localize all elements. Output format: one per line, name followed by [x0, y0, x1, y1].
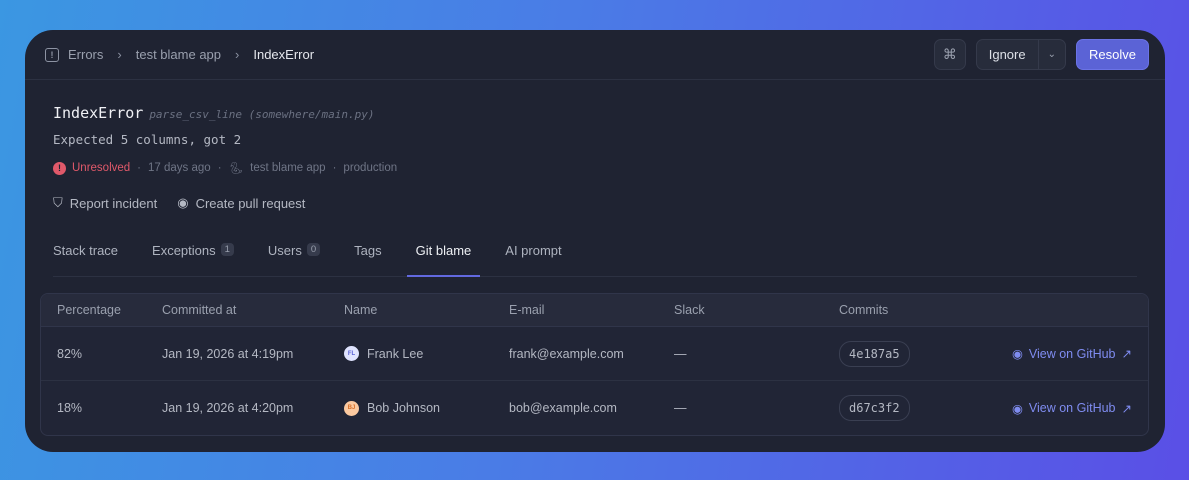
error-detail-window: ! Errors › test blame app › IndexError ⌘…	[25, 30, 1165, 452]
external-link-icon: ↗	[1121, 401, 1132, 416]
author-name: Frank Lee	[367, 346, 424, 361]
create-pr-label: Create pull request	[195, 195, 306, 211]
tab-bar: Stack trace Exceptions 1 Users 0 Tags Git …	[53, 235, 1137, 277]
github-icon: ◉	[1011, 401, 1023, 416]
view-on-github-link[interactable]: ◉ View on GitHub ↗	[1012, 401, 1132, 416]
report-incident-label: Report incident	[69, 195, 158, 211]
environment: production	[343, 162, 398, 174]
error-meta: ! Unresolved · 17 days ago · 🐍︎ test blame a…	[53, 161, 1137, 175]
commit-hash[interactable]: 4e187a5	[839, 340, 910, 367]
chevron-down-icon[interactable]: ⌄	[1037, 40, 1065, 69]
tab-label: Tags	[354, 243, 382, 258]
breadcrumb: ! Errors › test blame app › IndexError	[45, 47, 314, 62]
error-icon: !	[45, 47, 59, 62]
tab-label: Git blame	[415, 243, 472, 258]
committed-at: Jan 19, 2026 at 4:20pm	[162, 401, 294, 415]
error-location: parse_csv_line (somewhere/main.py)	[149, 108, 375, 121]
ignore-button-group: Ignore ⌄	[975, 39, 1066, 70]
committed-at: Jan 19, 2026 at 4:19pm	[162, 346, 294, 361]
git-blame-table: Percentage Committed at Name E-mail Slac…	[40, 293, 1149, 436]
table-row: 82% Jan 19, 2026 at 4:19pm FL Frank Lee f…	[41, 327, 1148, 381]
github-icon: ◉	[177, 195, 189, 210]
create-pr-button[interactable]: ◉ Create pull request	[177, 195, 305, 211]
status-badge: Unresolved	[72, 162, 131, 174]
tab-git-blame[interactable]: Git blame	[399, 235, 489, 277]
tab-tags[interactable]: Tags	[337, 235, 398, 276]
count-badge: 1	[220, 243, 234, 256]
app-name: test blame app	[250, 162, 326, 174]
tab-label: AI prompt	[505, 243, 562, 258]
column-header: Slack	[674, 303, 705, 317]
commit-hash[interactable]: d67c3f2	[839, 395, 910, 421]
chevron-right-icon: ›	[117, 47, 122, 62]
column-header: Commits	[839, 303, 889, 317]
slack: —	[674, 401, 687, 415]
shield-icon: ⛉	[53, 195, 63, 210]
count-badge: 0	[306, 243, 321, 256]
command-button[interactable]: ⌘	[933, 39, 966, 70]
link-label: View on GitHub	[1028, 346, 1116, 361]
avatar: FL	[344, 346, 359, 361]
tab-label: Stack trace	[53, 243, 119, 258]
column-header: Committed at	[162, 303, 237, 317]
column-header: Name	[344, 303, 378, 317]
error-type: IndexError	[53, 104, 144, 122]
resolve-button[interactable]: Resolve	[1076, 39, 1149, 70]
author-name: Bob Johnson	[367, 401, 440, 415]
link-label: View on GitHub	[1028, 401, 1116, 415]
tab-label: Exceptions	[152, 243, 216, 258]
github-icon: ◉	[1011, 347, 1023, 361]
breadcrumb-app[interactable]: test blame app	[136, 47, 221, 62]
ignore-button[interactable]: Ignore	[977, 40, 1038, 69]
view-on-github-link[interactable]: ◉ View on GitHub ↗	[1011, 346, 1132, 362]
command-icon: ⌘	[942, 46, 957, 62]
author-email: frank@example.com	[509, 346, 624, 361]
header: ! Errors › test blame app › IndexError ⌘…	[25, 30, 1165, 80]
python-icon: 🐍︎	[228, 163, 244, 175]
table-row: 18% Jan 19, 2026 at 4:20pm BJ Bob Johnson…	[41, 381, 1148, 435]
error-message: Expected 5 columns, got 2	[53, 132, 242, 147]
tab-users[interactable]: Users 0	[251, 235, 337, 276]
percentage: 82%	[57, 346, 83, 361]
alert-icon: !	[53, 161, 66, 175]
breadcrumb-errors[interactable]: Errors	[68, 47, 103, 62]
tab-exceptions[interactable]: Exceptions 1	[135, 235, 251, 276]
tab-label: Users	[267, 243, 302, 258]
chevron-right-icon: ›	[235, 47, 240, 62]
column-header: Percentage	[57, 303, 121, 317]
report-incident-button[interactable]: ⛉ Report incident	[53, 195, 157, 211]
avatar: BJ	[344, 400, 359, 416]
breadcrumb-current: IndexError	[253, 47, 315, 62]
author-email: bob@example.com	[509, 401, 617, 415]
tab-ai-prompt[interactable]: AI prompt	[488, 235, 578, 276]
tab-stack-trace[interactable]: Stack trace	[53, 235, 135, 276]
slack: —	[674, 346, 687, 361]
table-header: Percentage Committed at Name E-mail Slac…	[41, 294, 1148, 327]
percentage: 18%	[57, 401, 83, 415]
error-age: 17 days ago	[148, 162, 211, 174]
external-link-icon: ↗	[1121, 347, 1132, 361]
column-header: E-mail	[509, 303, 545, 317]
